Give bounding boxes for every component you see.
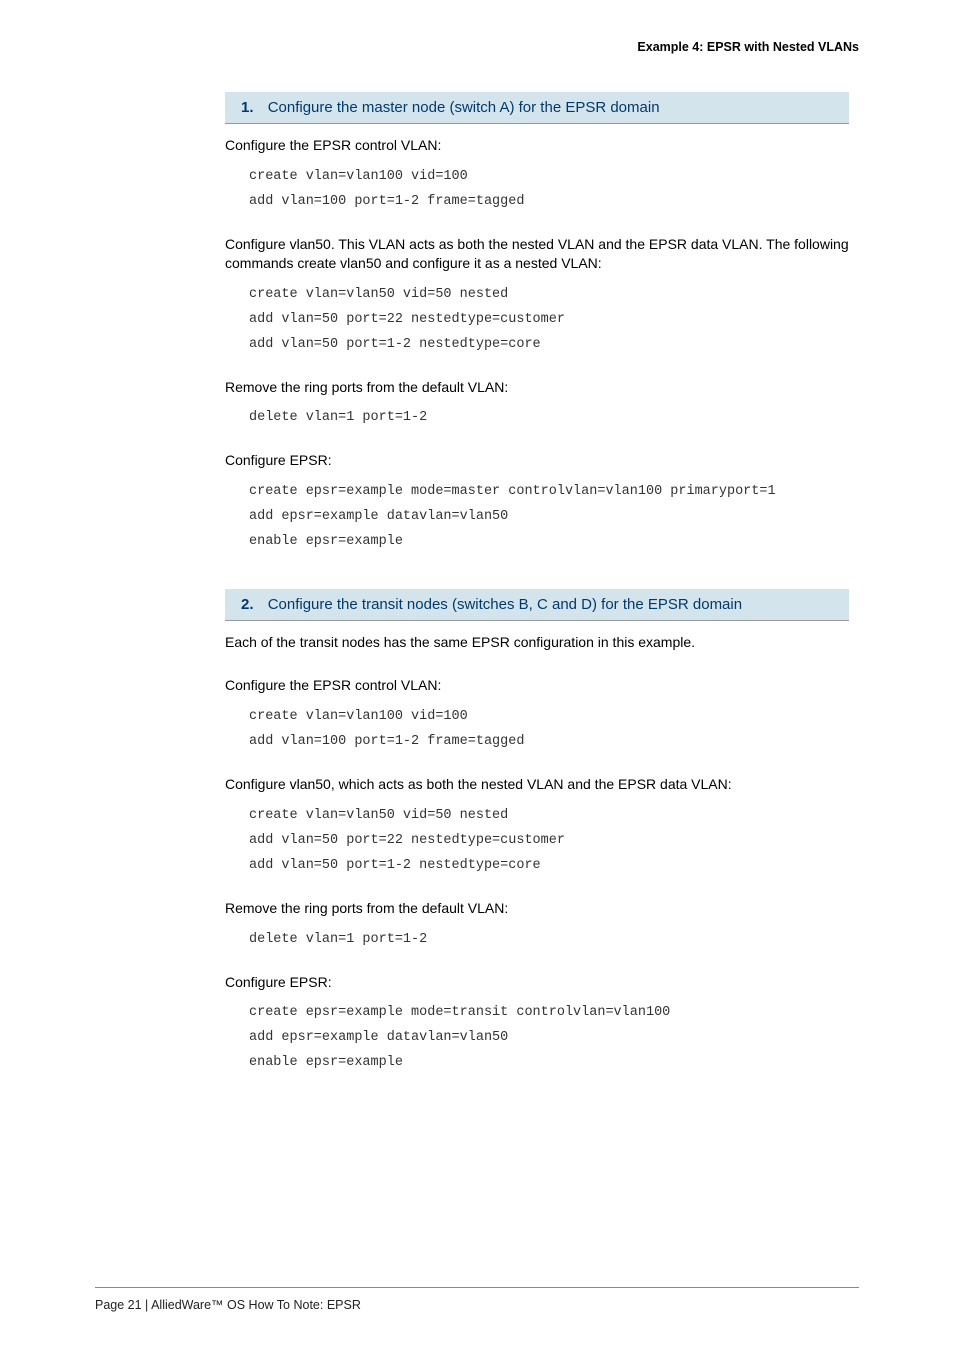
step-number: 1.: [241, 99, 254, 116]
desc: Configure the EPSR control VLAN:: [225, 136, 849, 155]
footer-rule: [95, 1287, 859, 1288]
step-number: 2.: [241, 596, 254, 613]
desc: Configure EPSR:: [225, 973, 849, 992]
code-block: create vlan=vlan100 vid=100 add vlan=100…: [249, 705, 849, 755]
code-block: delete vlan=1 port=1-2: [249, 406, 849, 431]
desc: Configure vlan50, which acts as both the…: [225, 775, 849, 794]
intro-text: Each of the transit nodes has the same E…: [225, 633, 849, 652]
step-title: Configure the transit nodes (switches B,…: [268, 596, 742, 613]
step-heading-2: 2. Configure the transit nodes (switches…: [225, 589, 849, 621]
code-block: create vlan=vlan100 vid=100 add vlan=100…: [249, 165, 849, 215]
step-title: Configure the master node (switch A) for…: [268, 99, 660, 116]
desc: Remove the ring ports from the default V…: [225, 899, 849, 918]
desc: Remove the ring ports from the default V…: [225, 378, 849, 397]
desc: Configure EPSR:: [225, 451, 849, 470]
code-block: delete vlan=1 port=1-2: [249, 928, 849, 953]
code-block: create epsr=example mode=master controlv…: [249, 480, 849, 555]
desc: Configure vlan50. This VLAN acts as both…: [225, 235, 849, 273]
desc: Configure the EPSR control VLAN:: [225, 676, 849, 695]
page-footer: Page 21 | AlliedWare™ OS How To Note: EP…: [95, 1298, 361, 1312]
code-block: create epsr=example mode=transit control…: [249, 1001, 849, 1076]
step-heading-1: 1. Configure the master node (switch A) …: [225, 92, 849, 124]
page-header: Example 4: EPSR with Nested VLANs: [95, 40, 859, 54]
content: 1. Configure the master node (switch A) …: [225, 92, 849, 1076]
code-block: create vlan=vlan50 vid=50 nested add vla…: [249, 804, 849, 879]
code-block: create vlan=vlan50 vid=50 nested add vla…: [249, 283, 849, 358]
